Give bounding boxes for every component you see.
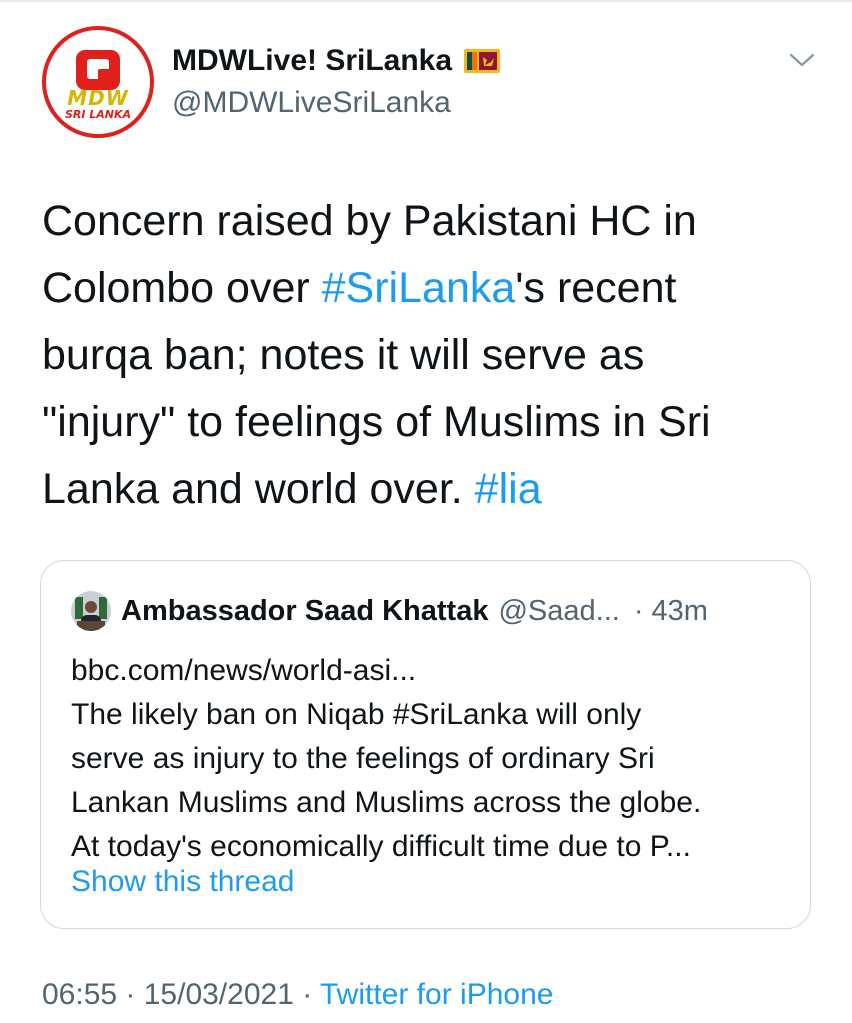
quoted-tweet-card[interactable]: Ambassador Saad Khattak @Saad... · 43m b… xyxy=(40,560,811,929)
hashtag-link[interactable]: #lia xyxy=(475,465,542,513)
quoted-author-handle[interactable]: @Saad... xyxy=(498,595,619,628)
avatar-brand-subtext: SRI LANKA xyxy=(64,107,132,121)
quoted-tweet-line: serve as injury to the feelings of ordin… xyxy=(71,742,655,775)
quoted-tweet-line: Lankan Muslims and Muslims across the gl… xyxy=(71,786,702,819)
tweet-text-segment: Colombo over xyxy=(42,264,322,312)
hashtag-link[interactable]: #SriLanka xyxy=(322,264,516,312)
tweet-text-line: Concern raised by Pakistani HC in xyxy=(42,188,822,255)
quoted-tweet-line: At today's economically difficult time d… xyxy=(71,830,691,863)
quoted-author-avatar[interactable] xyxy=(71,591,111,631)
tweet-source-link[interactable]: Twitter for iPhone xyxy=(320,978,553,1011)
top-divider xyxy=(0,0,852,2)
sri-lanka-flag-icon xyxy=(464,49,501,73)
show-this-thread-link[interactable]: Show this thread xyxy=(71,865,294,899)
quoted-tweet-link[interactable]: bbc.com/news/world-asi... xyxy=(71,649,791,693)
tweet-text-line: burqa ban; notes it will serve as xyxy=(42,322,822,389)
tweet-text-segment: "injury" to feelings of Muslims in Sri xyxy=(42,398,711,446)
quoted-author-name[interactable]: Ambassador Saad Khattak xyxy=(121,595,488,628)
author-avatar[interactable]: MDW SRI LANKA xyxy=(42,26,154,138)
quoted-tweet-time: · 43m xyxy=(633,594,708,627)
avatar-brand-text: MDW xyxy=(67,85,129,110)
tweet-text-segment: burqa ban; notes it will serve as xyxy=(42,331,645,379)
tweet-text-line: Colombo over #SriLanka's recent xyxy=(42,255,822,322)
tweet-text-line: Lanka and world over. #lia xyxy=(42,456,822,523)
author-name-row: MDWLive! SriLanka xyxy=(172,42,501,80)
author-handle[interactable]: @MDWLiveSriLanka xyxy=(172,86,451,120)
tweet-text-segment: Concern raised by Pakistani HC in xyxy=(42,197,697,245)
tweet-text-segment: Lanka and world over. xyxy=(42,465,475,513)
tweet-timestamp: 06:55 · 15/03/2021 · xyxy=(42,978,320,1011)
tweet-text-segment: 's recent xyxy=(515,264,677,312)
tweet-text: Concern raised by Pakistani HC in Colombo… xyxy=(42,188,822,523)
quoted-tweet-line: The likely ban on Niqab #SriLanka will o… xyxy=(71,698,642,731)
author-display-name[interactable]: MDWLive! SriLanka xyxy=(172,44,452,78)
chevron-down-icon[interactable] xyxy=(787,50,817,70)
tweet-text-line: "injury" to feelings of Muslims in Sri xyxy=(42,389,822,456)
quoted-tweet-header: Ambassador Saad Khattak @Saad... · 43m xyxy=(71,591,708,631)
quoted-tweet-body: bbc.com/news/world-asi... The likely ban… xyxy=(71,649,791,869)
tweet-meta: 06:55 · 15/03/2021 · Twitter for iPhone xyxy=(42,978,553,1012)
